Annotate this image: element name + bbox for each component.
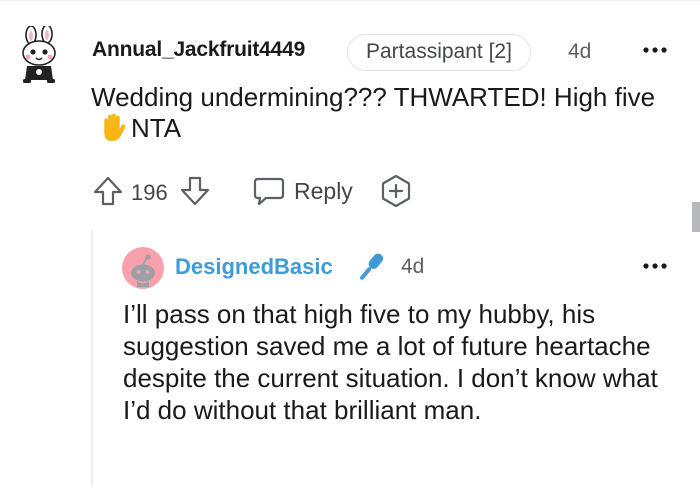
username[interactable]: DesignedBasic	[175, 254, 333, 280]
avatar[interactable]	[14, 26, 66, 84]
username[interactable]: Annual_Jackfruit4449	[92, 38, 305, 62]
microphone-icon	[360, 253, 384, 280]
reply-button[interactable]: Reply	[252, 173, 353, 209]
add-award-icon[interactable]	[379, 174, 413, 208]
comment-body: Wedding undermining??? THWARTED! High fi…	[91, 82, 681, 144]
avatar[interactable]	[122, 247, 164, 289]
comment-text: Wedding undermining??? THWARTED! High fi…	[91, 82, 656, 112]
scrollbar-thumb[interactable]	[692, 202, 700, 232]
verdict-text: NTA	[131, 113, 182, 143]
downvote-arrow-icon[interactable]	[179, 175, 211, 207]
reply-label: Reply	[294, 177, 353, 204]
upvote-arrow-icon[interactable]	[92, 175, 124, 207]
comment-thread: Annual_Jackfruit4449 Partassipant [2] 4d…	[0, 0, 700, 487]
speech-bubble-icon	[253, 177, 285, 206]
vote-count: 196	[131, 180, 168, 205]
timestamp[interactable]: 4d	[401, 255, 424, 279]
user-flair: Partassipant [2]	[347, 34, 531, 71]
raised-hand-emoji-icon	[104, 113, 126, 142]
reply-body: I’ll pass on that high five to my hubby,…	[123, 299, 658, 425]
divider	[0, 0, 700, 1]
timestamp[interactable]: 4d	[568, 40, 591, 64]
thread-line[interactable]	[91, 230, 93, 487]
more-options-icon[interactable]	[640, 40, 670, 60]
more-options-icon[interactable]	[640, 256, 670, 276]
